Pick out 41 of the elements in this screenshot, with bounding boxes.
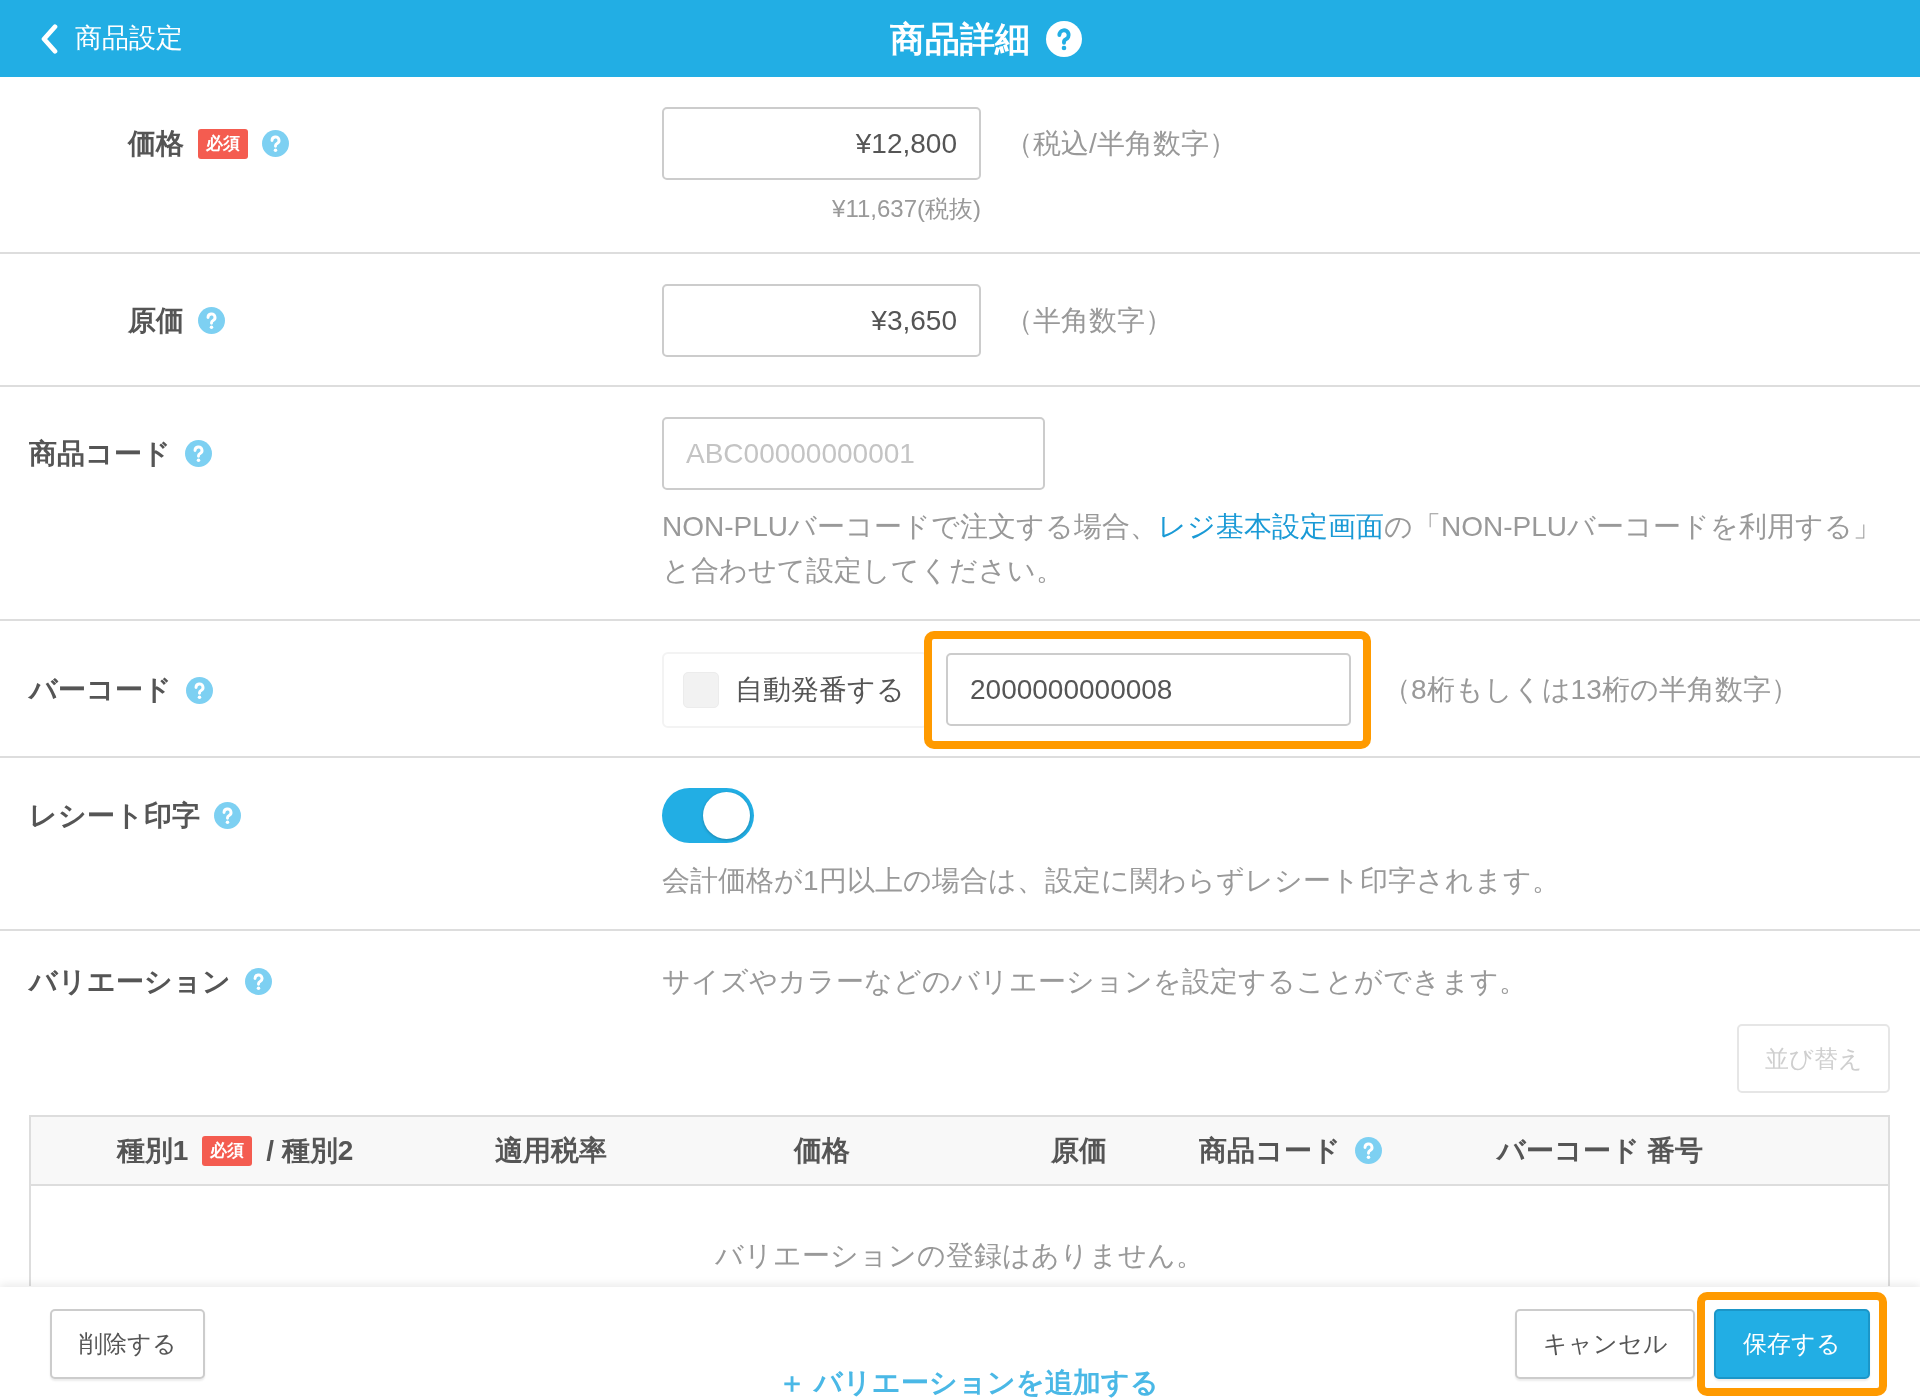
input-hint: （半角数字）: [1005, 303, 1173, 338]
input-hint: （税込/半角数字）: [1005, 126, 1237, 161]
amount-field[interactable]: ¥12,800: [662, 107, 981, 180]
code-field[interactable]: ABC00000000001: [662, 417, 1045, 490]
field-label: レシート印字: [29, 798, 200, 833]
column-header: 価格: [792, 1133, 851, 1168]
column-header: バーコード 番号: [1495, 1133, 1705, 1168]
field-label: バーコード: [29, 673, 172, 707]
help-icon[interactable]: [1046, 20, 1082, 57]
field-label: 商品コード: [29, 436, 171, 471]
page-title: 商品詳細: [890, 17, 1030, 60]
column-header: 商品コード: [1198, 1133, 1341, 1168]
help-icon[interactable]: [185, 440, 212, 467]
toggle-switch[interactable]: [662, 788, 754, 843]
help-icon[interactable]: [1354, 1137, 1382, 1164]
checkbox-label[interactable]: 自動発番する: [735, 669, 905, 711]
help-text: NON-PLUバーコードで注文する場合、レジ基本設定画面の「NON-PLUバーコードを利用する」と合わせて設定してください。: [662, 510, 1883, 588]
input-hint: （8桁もしくは13桁の半角数字）: [1383, 673, 1799, 707]
barcode-field[interactable]: 2000000000008: [946, 653, 1351, 726]
help-icon[interactable]: [198, 307, 225, 334]
amount-field[interactable]: ¥3,650: [662, 284, 981, 357]
empty-message: バリエーションの登録はありません。: [715, 1241, 1204, 1271]
help-icon[interactable]: [262, 130, 289, 157]
column-header: / 種別2: [266, 1133, 354, 1168]
delete-button[interactable]: 削除する: [50, 1308, 205, 1379]
description-text: サイズやカラーなどのバリエーションを設定することができます。: [662, 964, 1527, 999]
help-icon[interactable]: [186, 676, 213, 704]
field-label: 価格: [128, 126, 184, 161]
field-label: 原価: [128, 303, 184, 338]
column-header: 原価: [1050, 1133, 1108, 1168]
help-icon[interactable]: [245, 968, 272, 995]
chevron-icon: [40, 23, 59, 54]
help-icon[interactable]: [214, 802, 241, 829]
required-badge: 必須: [198, 128, 248, 159]
column-header: 種別1: [116, 1133, 189, 1168]
field-label: バリエーション: [29, 964, 231, 999]
column-header: 適用税率: [494, 1133, 608, 1168]
required-badge: 必須: [202, 1135, 253, 1166]
cancel-button[interactable]: キャンセル: [1515, 1308, 1695, 1379]
tax-excluded-price: ¥11,637(税抜): [832, 194, 981, 224]
help-text: 会計価格が1円以上の場合は、設定に関わらずレシート印字されます。: [662, 864, 1561, 898]
